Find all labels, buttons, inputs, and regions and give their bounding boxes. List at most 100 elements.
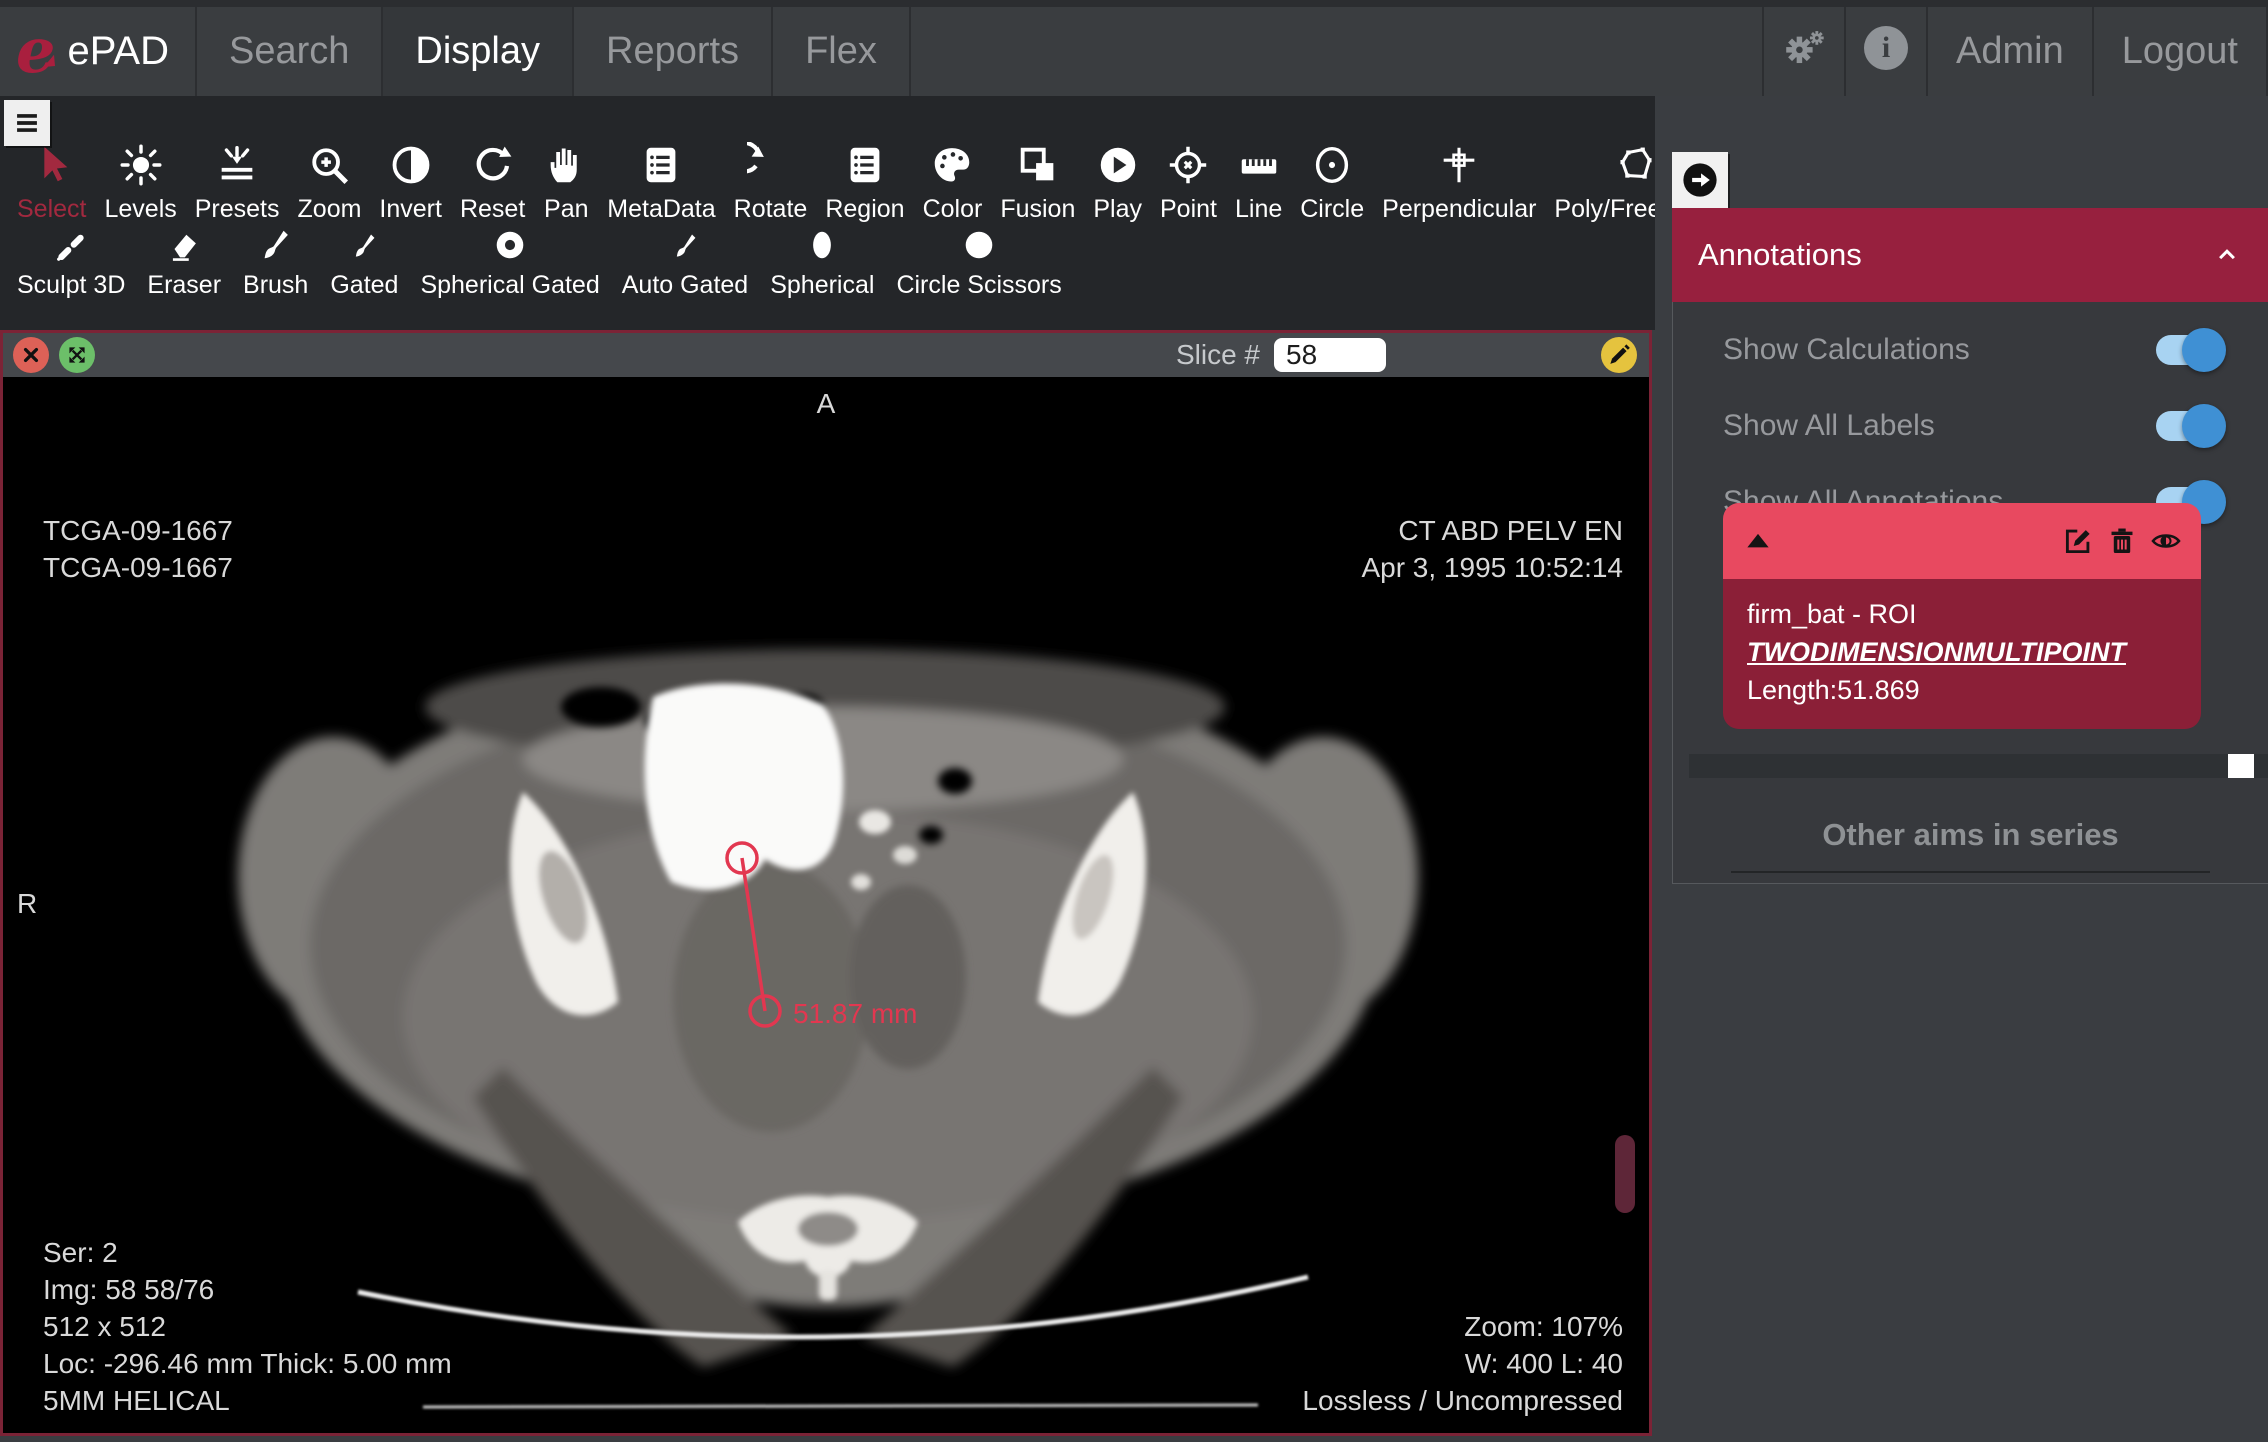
epad-brand[interactable]: e ePAD bbox=[0, 0, 195, 96]
invert-icon bbox=[388, 142, 434, 188]
edit-icon[interactable] bbox=[2061, 524, 2095, 558]
tool-palette: Select Levels Presets Zoom Invert Reset bbox=[0, 96, 1655, 330]
tool-presets[interactable]: Presets bbox=[188, 142, 287, 224]
nav-item-logout[interactable]: Logout bbox=[2091, 0, 2268, 96]
tool-region[interactable]: Region bbox=[818, 142, 911, 224]
info-button[interactable]: i bbox=[1844, 0, 1926, 96]
nav-menu: Search Display Reports Flex bbox=[194, 0, 911, 96]
expand-viewer-button[interactable] bbox=[59, 337, 95, 373]
annotation-card-body: firm_bat - ROI TWODIMENSIONMULTIPOINT Le… bbox=[1723, 579, 2201, 729]
toolbar-row-2: Sculpt 3D Eraser Brush Gated Spherical G… bbox=[0, 226, 1655, 300]
overlay-text-line: Zoom: 107% bbox=[1464, 1311, 1623, 1342]
tool-invert[interactable]: Invert bbox=[372, 142, 449, 224]
nav-item-flex[interactable]: Flex bbox=[771, 0, 911, 96]
tool-select[interactable]: Select bbox=[10, 142, 93, 224]
circle-icon bbox=[1309, 142, 1355, 188]
nav-item-display[interactable]: Display bbox=[381, 0, 572, 96]
overlay-text-line: Loc: -296.46 mm Thick: 5.00 mm bbox=[43, 1348, 452, 1379]
line-icon bbox=[1236, 142, 1282, 188]
eye-icon[interactable] bbox=[2149, 524, 2183, 558]
select-icon bbox=[29, 142, 75, 188]
menu-button[interactable] bbox=[4, 100, 50, 146]
chevron-up-icon[interactable] bbox=[2212, 240, 2242, 270]
slice-scrollbar-thumb[interactable] bbox=[1615, 1135, 1635, 1213]
tool-color[interactable]: Color bbox=[916, 142, 990, 224]
orientation-marker-anterior: A bbox=[816, 388, 836, 419]
triangle-up-icon[interactable] bbox=[1741, 524, 1775, 558]
overlay-text-line: CT ABD PELV EN bbox=[1398, 515, 1623, 546]
tool-auto-gated[interactable]: Auto Gated bbox=[615, 226, 755, 300]
tool-reset[interactable]: Reset bbox=[453, 142, 532, 224]
nav-item-admin[interactable]: Admin bbox=[1926, 0, 2092, 96]
overlay-text-line: W: 400 L: 40 bbox=[1464, 1348, 1623, 1379]
auto-gated-icon bbox=[666, 226, 704, 264]
zoom-icon bbox=[306, 142, 352, 188]
tool-metadata[interactable]: MetaData bbox=[600, 142, 722, 224]
tool-rotate[interactable]: Rotate bbox=[727, 142, 815, 224]
toggle-row-show-all-labels: Show All Labels bbox=[1673, 388, 2268, 464]
tool-gated[interactable]: Gated bbox=[323, 226, 405, 300]
overlay-text-line: 512 x 512 bbox=[43, 1311, 166, 1342]
overlay-text-line: TCGA-09-1667 bbox=[43, 515, 233, 546]
orientation-marker-right: R bbox=[17, 888, 38, 919]
nav-item-search[interactable]: Search bbox=[194, 0, 381, 96]
show-all-labels-toggle[interactable] bbox=[2156, 404, 2226, 448]
point-icon bbox=[1165, 142, 1211, 188]
gears-icon bbox=[1782, 26, 1826, 70]
overlay-text-line: Apr 3, 1995 10:52:14 bbox=[1361, 552, 1623, 583]
tool-circle-scissors[interactable]: Circle Scissors bbox=[889, 226, 1068, 300]
tool-poly-freehand[interactable]: Poly/Freehand bbox=[1547, 142, 1655, 224]
levels-icon bbox=[118, 142, 164, 188]
nav-account-menu: Admin Logout bbox=[1926, 0, 2268, 96]
color-icon bbox=[929, 142, 975, 188]
toggle-knob bbox=[2182, 328, 2226, 372]
slice-number-input[interactable] bbox=[1274, 338, 1386, 372]
edit-annotation-button[interactable] bbox=[1601, 337, 1637, 373]
tool-levels[interactable]: Levels bbox=[97, 142, 183, 224]
top-navbar: e ePAD Search Display Reports Flex i Admin L… bbox=[0, 0, 2268, 96]
tool-point[interactable]: Point bbox=[1153, 142, 1224, 224]
reset-icon bbox=[470, 142, 516, 188]
annotation-card-header bbox=[1723, 503, 2201, 579]
toggle-knob bbox=[2182, 404, 2226, 448]
sidebar-collapse-button[interactable] bbox=[1672, 152, 1728, 208]
annotations-title: Annotations bbox=[1698, 237, 1862, 272]
nav-item-reports[interactable]: Reports bbox=[572, 0, 771, 96]
tool-spherical-gated[interactable]: Spherical Gated bbox=[413, 226, 606, 300]
tool-circle[interactable]: Circle bbox=[1293, 142, 1371, 224]
annotation-name: firm_bat - ROI bbox=[1747, 599, 1917, 629]
ct-image-canvas[interactable]: 51.87 mm TCGA-09-1667 TCGA-09-1667 CT ABD… bbox=[3, 377, 1649, 1433]
sculpt-3d-icon bbox=[52, 226, 90, 264]
tool-perpendicular[interactable]: Perpendicular bbox=[1375, 142, 1543, 224]
epad-logo-icon: e bbox=[16, 14, 56, 87]
slice-control: Slice # bbox=[1176, 338, 1386, 372]
tool-fusion[interactable]: Fusion bbox=[993, 142, 1082, 224]
annotation-length: Length:51.869 bbox=[1747, 675, 1920, 705]
toolbar-row-1: Select Levels Presets Zoom Invert Reset bbox=[0, 96, 1655, 224]
annotation-card[interactable]: firm_bat - ROI TWODIMENSIONMULTIPOINT Le… bbox=[1723, 503, 2201, 729]
tool-eraser[interactable]: Eraser bbox=[140, 226, 228, 300]
tool-spherical[interactable]: Spherical bbox=[763, 226, 881, 300]
eraser-icon bbox=[165, 226, 203, 264]
tool-sculpt-3d[interactable]: Sculpt 3D bbox=[10, 226, 132, 300]
tool-line[interactable]: Line bbox=[1228, 142, 1289, 224]
settings-gears-icon[interactable] bbox=[1762, 0, 1844, 96]
tool-play[interactable]: Play bbox=[1086, 142, 1149, 224]
nav-right-cluster: i Admin Logout bbox=[1762, 0, 2268, 96]
annotations-panel-header[interactable]: Annotations bbox=[1672, 208, 2268, 302]
scrollbar-thumb[interactable] bbox=[2228, 754, 2254, 778]
annotation-type: TWODIMENSIONMULTIPOINT bbox=[1747, 637, 2126, 667]
annotation-list-scrollbar[interactable] bbox=[1689, 754, 2268, 778]
close-viewer-button[interactable] bbox=[13, 337, 49, 373]
trash-icon[interactable] bbox=[2105, 524, 2139, 558]
metadata-icon bbox=[638, 142, 684, 188]
tool-pan[interactable]: Pan bbox=[536, 142, 596, 224]
show-calculations-toggle[interactable] bbox=[2156, 328, 2226, 372]
spherical-icon bbox=[803, 226, 841, 264]
tool-zoom[interactable]: Zoom bbox=[291, 142, 369, 224]
epad-application: e ePAD Search Display Reports Flex i Admin L… bbox=[0, 0, 2268, 1442]
tool-brush[interactable]: Brush bbox=[236, 226, 315, 300]
spherical-gated-icon bbox=[491, 226, 529, 264]
close-icon bbox=[18, 342, 44, 368]
region-icon bbox=[842, 142, 888, 188]
